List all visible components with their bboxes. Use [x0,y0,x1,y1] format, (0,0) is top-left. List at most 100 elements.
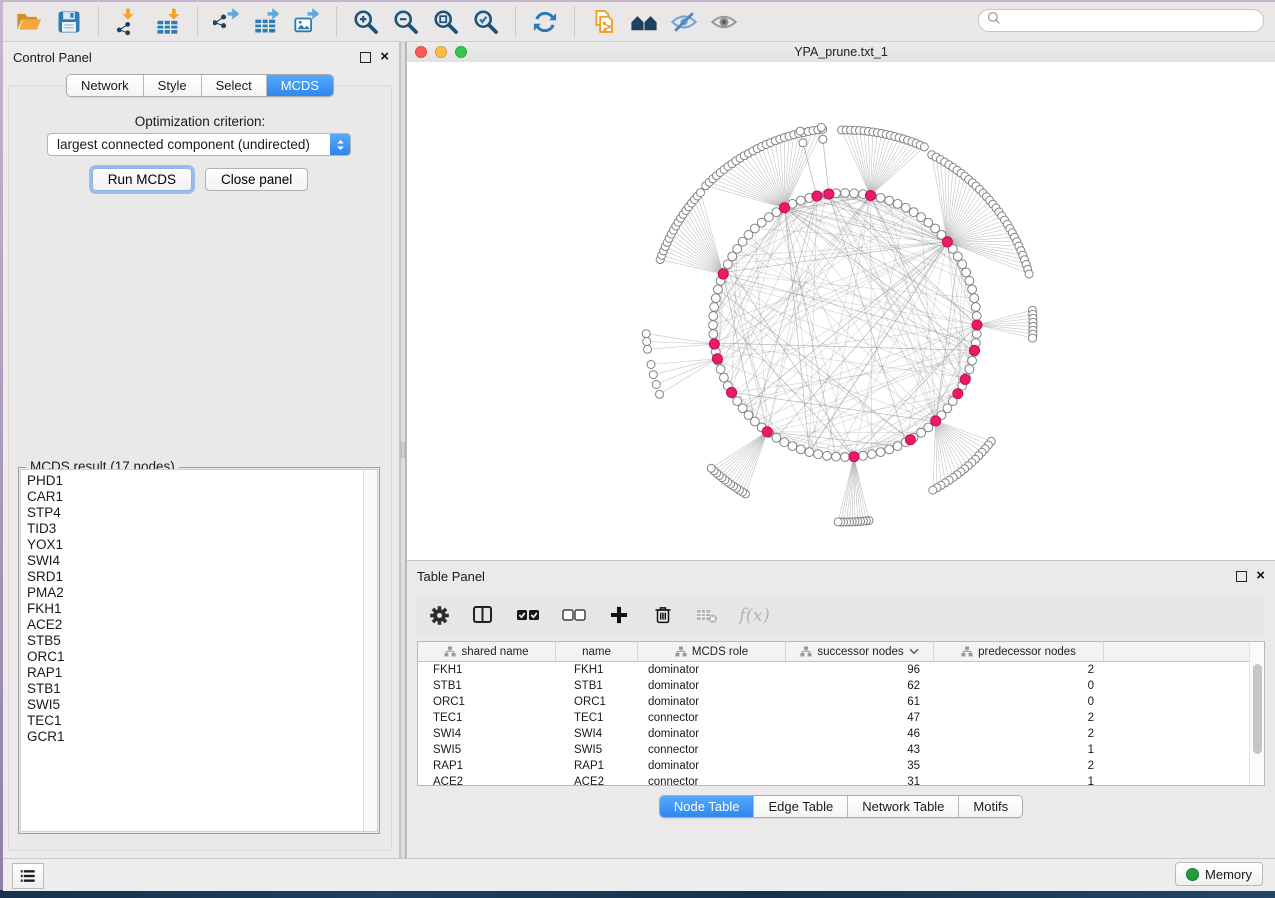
table-options-icon[interactable] [427,602,451,628]
zoom-selected-icon[interactable] [470,6,502,38]
network-node[interactable] [649,371,657,379]
network-node[interactable] [643,338,651,346]
network-hub-node[interactable] [824,189,834,199]
network-node[interactable] [965,276,974,285]
criterion-select[interactable]: largest connected component (undirected) [47,133,351,156]
table-scrollbar-thumb[interactable] [1253,664,1262,754]
splitter-grip[interactable] [401,442,405,458]
network-node[interactable] [920,143,928,151]
network-hub-node[interactable] [780,203,790,213]
network-node[interactable] [965,365,974,374]
close-panel-button[interactable]: Close panel [205,168,308,191]
mcds-list-scrollbar[interactable] [363,470,377,831]
network-hub-node[interactable] [762,427,772,437]
close-panel-icon[interactable]: × [380,52,389,62]
mcds-result-node[interactable]: TID3 [21,521,377,537]
select-all-checkboxes-icon[interactable] [515,602,541,628]
network-node[interactable] [876,448,885,457]
network-node[interactable] [972,330,981,339]
mcds-result-node[interactable]: SRD1 [21,569,377,585]
network-node[interactable] [885,445,894,454]
network-node[interactable] [788,442,797,451]
memory-button[interactable]: Memory [1175,862,1263,886]
export-table-icon[interactable] [251,6,283,38]
network-hub-node[interactable] [970,345,980,355]
tab-motifs[interactable]: Motifs [959,796,1022,817]
network-node[interactable] [968,285,977,294]
network-node[interactable] [958,260,967,269]
network-node[interactable] [1025,270,1033,278]
network-node[interactable] [814,450,823,459]
network-graph[interactable] [407,62,1275,560]
network-node[interactable] [893,442,902,451]
tab-node-table[interactable]: Node Table [660,796,755,817]
zoom-in-icon[interactable] [350,6,382,38]
tab-edge-table[interactable]: Edge Table [754,796,848,817]
column-header-name[interactable]: name [556,642,638,661]
network-node[interactable] [644,345,652,353]
network-node[interactable] [709,312,718,321]
column-header-MCDS-role[interactable]: MCDS role [638,642,786,661]
float-table-panel-icon[interactable] [1236,571,1247,582]
table-row[interactable]: FKH1FKH1dominator962 [418,662,1264,678]
column-visibility-icon[interactable] [471,602,495,628]
zoom-out-icon[interactable] [390,6,422,38]
table-row[interactable]: ACE2ACE2connector311 [418,774,1264,786]
mcds-result-node[interactable]: TEC1 [21,713,377,729]
network-hub-node[interactable] [849,452,859,462]
search-input[interactable] [1006,13,1263,29]
mcds-result-node[interactable]: ORC1 [21,649,377,665]
mcds-result-node[interactable]: RAP1 [21,665,377,681]
table-row[interactable]: ORC1ORC1dominator610 [418,694,1264,710]
network-hub-node[interactable] [972,320,982,330]
network-node[interactable] [796,196,805,205]
network-node[interactable] [799,139,807,147]
run-mcds-button[interactable]: Run MCDS [92,168,192,191]
network-node[interactable] [850,189,859,198]
open-session-icon[interactable] [13,6,45,38]
column-header-predecessor-nodes[interactable]: predecessor nodes [934,642,1104,661]
mcds-result-node[interactable]: STB5 [21,633,377,649]
mcds-result-node[interactable]: STP4 [21,505,377,521]
network-node[interactable] [868,450,877,459]
show-panels-button[interactable] [12,863,44,889]
network-node[interactable] [720,373,729,382]
mcds-result-node[interactable]: PMA2 [21,585,377,601]
network-node[interactable] [652,381,660,389]
network-node[interactable] [780,438,789,447]
network-node[interactable] [711,294,720,303]
network-node[interactable] [841,189,850,198]
network-node[interactable] [834,518,842,526]
mcds-result-node[interactable]: FKH1 [21,601,377,617]
network-hub-node[interactable] [960,375,970,385]
refresh-view-icon[interactable] [529,6,561,38]
network-hub-node[interactable] [718,269,728,279]
network-node[interactable] [707,464,715,472]
mcds-result-node[interactable]: YOX1 [21,537,377,553]
column-header-successor-nodes[interactable]: successor nodes [786,642,934,661]
network-node[interactable] [876,194,885,203]
network-hub-node[interactable] [942,237,952,247]
network-node[interactable] [714,285,723,294]
network-hub-node[interactable] [727,387,737,397]
network-node[interactable] [841,453,850,462]
show-all-icon[interactable] [708,6,740,38]
network-node[interactable] [962,268,971,277]
mcds-result-node[interactable]: SWI4 [21,553,377,569]
column-header-shared-name[interactable]: shared name [418,642,556,661]
network-node[interactable] [953,252,962,261]
table-row[interactable]: TEC1TEC1connector472 [418,710,1264,726]
network-hub-node[interactable] [931,416,941,426]
network-node[interactable] [819,135,827,143]
network-node[interactable] [970,294,979,303]
network-search-box[interactable] [978,9,1264,32]
mcds-result-list[interactable]: PHD1CAR1STP4TID3YOX1SWI4SRD1PMA2FKH1ACE2… [20,469,378,832]
mcds-result-node[interactable]: STB1 [21,681,377,697]
network-node[interactable] [710,303,719,312]
network-node[interactable] [697,189,705,197]
tab-network-table[interactable]: Network Table [848,796,959,817]
tab-mcds[interactable]: MCDS [267,75,333,96]
close-table-panel-icon[interactable]: × [1256,571,1265,581]
network-node[interactable] [796,445,805,454]
network-node[interactable] [968,356,977,365]
